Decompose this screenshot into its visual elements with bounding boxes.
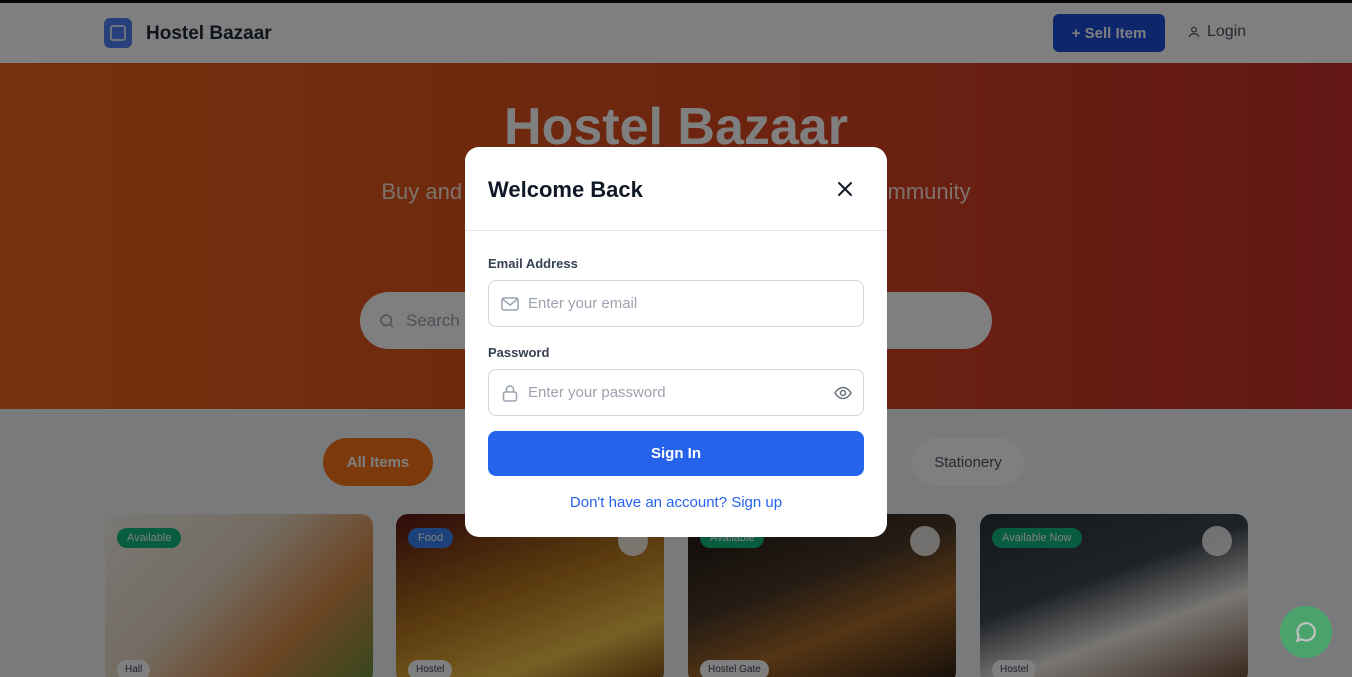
sign-up-link[interactable]: Don't have an account? Sign up bbox=[465, 494, 887, 511]
eye-icon bbox=[834, 386, 852, 400]
password-label: Password bbox=[488, 345, 550, 360]
close-icon bbox=[838, 182, 852, 196]
email-field-wrapper bbox=[488, 280, 864, 327]
whatsapp-button[interactable] bbox=[1280, 606, 1332, 658]
mail-icon bbox=[501, 295, 519, 313]
password-field-wrapper bbox=[488, 369, 864, 416]
modal-title: Welcome Back bbox=[488, 177, 643, 202]
lock-icon bbox=[501, 384, 519, 402]
show-password-button[interactable] bbox=[833, 384, 853, 402]
whatsapp-icon bbox=[1295, 622, 1316, 643]
sign-in-button[interactable]: Sign In bbox=[488, 431, 864, 476]
close-button[interactable] bbox=[833, 177, 857, 201]
email-label: Email Address bbox=[488, 256, 578, 271]
modal-header: Welcome Back bbox=[465, 147, 887, 231]
email-input[interactable] bbox=[528, 295, 818, 312]
login-modal: Welcome Back Email Address Password Sign… bbox=[465, 147, 887, 537]
password-input[interactable] bbox=[528, 384, 818, 401]
